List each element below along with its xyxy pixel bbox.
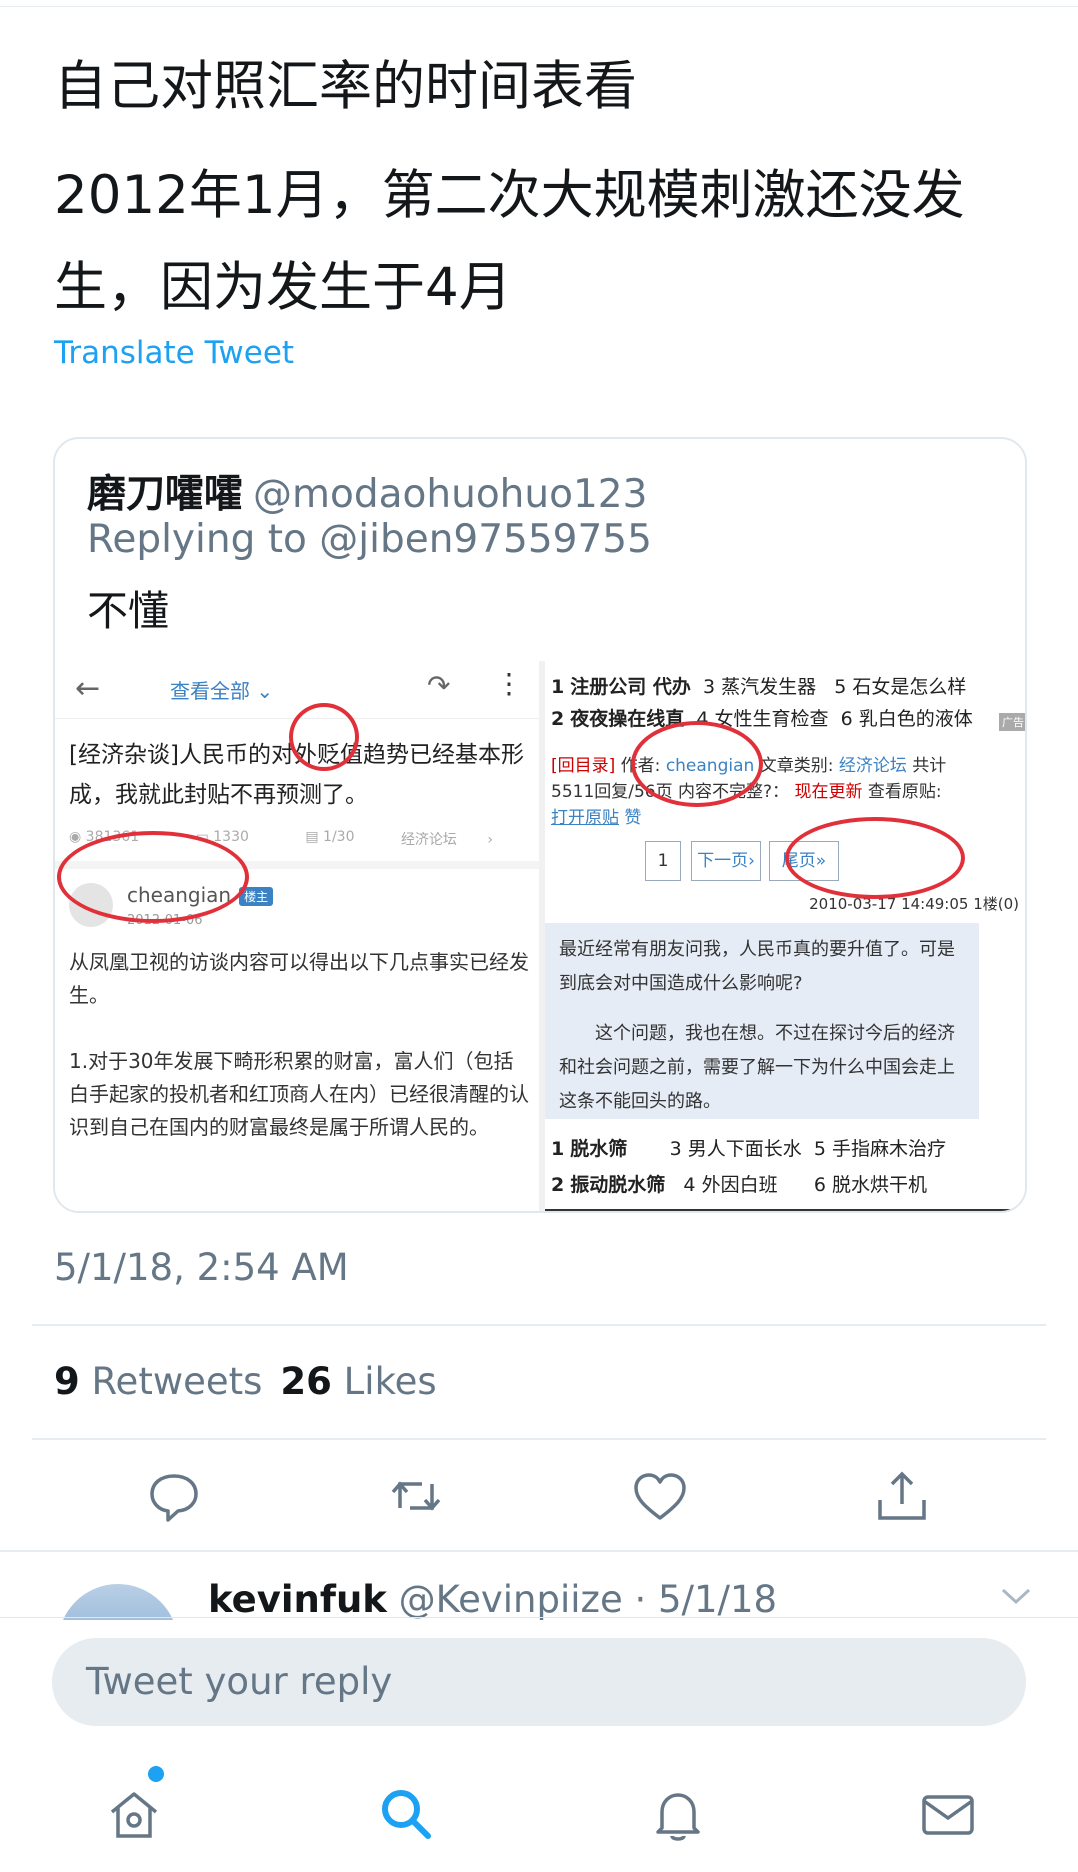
retweet-icon[interactable] — [386, 1466, 446, 1526]
replying-to-prefix: Replying to — [87, 517, 307, 562]
replying-to-handle[interactable]: @jiben97559755 — [319, 517, 652, 562]
annotation-circle — [289, 703, 359, 771]
reply-paragraph-2: 这个问题，我也在想。不过在探讨今后的经济和社会问题之前，需要了解一下为什么中国会… — [559, 1023, 955, 1112]
replying-to: Replying to @jiben97559755 — [87, 517, 652, 562]
floor-info: 2010-03-17 14:49:05 1楼(0) — [809, 895, 1019, 913]
quoted-author-handle: @modaohuohuo123 — [253, 472, 648, 517]
home-icon[interactable] — [104, 1784, 164, 1844]
divider — [32, 1324, 1046, 1326]
tweet-text-line1: 自己对照汇率的时间表看 — [54, 56, 637, 117]
forum-nav-bar: ← 查看全部 ⌄ ↷ ⋮ — [55, 661, 539, 719]
ad-links-bottom: 1 脱水筛 3 男人下面长水 5 手指麻木治疗 2 振动脱水筛 4 外因白班 6… — [551, 1138, 946, 1196]
tweet-text-line2: 2012年1月，第二次大规模刺激还没发生，因为发生于4月 — [54, 165, 965, 318]
translate-tweet-link[interactable]: Translate Tweet — [54, 335, 294, 371]
reply-author-handle-date: @Kevinpiize · 5/1/18 — [398, 1578, 778, 1620]
back-arrow-icon: ← — [75, 671, 101, 706]
page-current: 1 — [645, 841, 681, 881]
likes-count: 26 — [280, 1360, 332, 1403]
reply-preview[interactable]: kevinfuk @Kevinpiize · 5/1/18 — [0, 1550, 1078, 1620]
reply-placeholder: Tweet your reply — [86, 1660, 393, 1703]
divider — [32, 1438, 1046, 1440]
likes-label: Likes — [343, 1360, 437, 1403]
tweet-actions — [0, 1466, 1078, 1526]
share-arrow-icon: ↷ — [427, 669, 451, 702]
reply-author: kevinfuk @Kevinpiize · 5/1/18 — [208, 1578, 777, 1620]
quoted-tweet-images[interactable]: ← 查看全部 ⌄ ↷ ⋮ [经济杂谈]人民币的对外贬值趋势已经基本形成，我就此封… — [55, 661, 1025, 1211]
forum-screenshot-left[interactable]: ← 查看全部 ⌄ ↷ ⋮ [经济杂谈]人民币的对外贬值趋势已经基本形成，我就此封… — [55, 661, 539, 1211]
thread-info: [回目录] 作者: cheangian 文章类别: 经济论坛 共计 5511回复… — [551, 756, 947, 828]
view-all-label: 查看全部 ⌄ — [170, 679, 274, 703]
share-icon[interactable] — [872, 1466, 932, 1526]
avatar — [58, 1584, 178, 1620]
forum-post-body: 从凤凰卫视的访谈内容可以得出以下几点事实已经发生。 1.对于30年发展下畸形积累… — [69, 950, 529, 1139]
reply-icon[interactable] — [144, 1466, 204, 1526]
forum-name: 经济论坛 › — [400, 832, 493, 848]
ad-tag: 广告 — [999, 713, 1025, 731]
bottom-bar — [545, 1209, 1025, 1211]
quoted-tweet-card[interactable]: 磨刀嚯嚯 @modaohuohuo123 Replying to @jiben97… — [53, 437, 1027, 1213]
home-notification-dot — [148, 1766, 164, 1782]
quoted-tweet-header: 磨刀嚯嚯 @modaohuohuo123 — [87, 463, 647, 519]
quoted-author-name: 磨刀嚯嚯 — [87, 472, 244, 517]
reply-paragraph-1: 最近经常有朋友问我，人民币真的要升值了。可是到底会对中国造成什么影响呢? — [559, 939, 955, 994]
ad-links-top: 1 注册公司 代办 3 蒸汽发生器 5 石女是怎么样 2 夜夜操在线直 4 女性… — [551, 676, 973, 730]
top-divider — [0, 6, 1078, 7]
retweets-label: Retweets — [91, 1360, 263, 1403]
next-page: 下一页› — [691, 841, 761, 881]
annotation-circle — [631, 721, 763, 807]
tweet-stats[interactable]: 9 Retweets 26 Likes — [54, 1360, 437, 1403]
like-icon[interactable] — [630, 1466, 690, 1526]
forum-reply-post: 最近经常有朋友问我，人民币真的要升值了。可是到底会对中国造成什么影响呢? 这个问… — [545, 923, 979, 1119]
composer-divider — [0, 1617, 1078, 1618]
more-dots-icon: ⋮ — [495, 667, 523, 700]
reply-author-name: kevinfuk — [208, 1578, 387, 1620]
tweet-timestamp: 5/1/18, 2:54 AM — [54, 1246, 349, 1289]
chevron-down-icon[interactable] — [1000, 1586, 1032, 1610]
annotation-circle — [57, 831, 249, 923]
pages-count: ▤ 1/30 — [305, 829, 355, 845]
notifications-icon[interactable] — [648, 1784, 708, 1844]
reply-compose-input[interactable]: Tweet your reply — [52, 1638, 1026, 1726]
retweets-count: 9 — [54, 1360, 80, 1403]
quoted-tweet-text: 不懂 — [87, 587, 169, 635]
messages-icon[interactable] — [918, 1784, 978, 1844]
annotation-circle — [785, 817, 965, 899]
forum-screenshot-right[interactable]: 1 注册公司 代办 3 蒸汽发生器 5 石女是怎么样 2 夜夜操在线直 4 女性… — [545, 661, 1025, 1211]
search-icon[interactable] — [376, 1784, 436, 1844]
